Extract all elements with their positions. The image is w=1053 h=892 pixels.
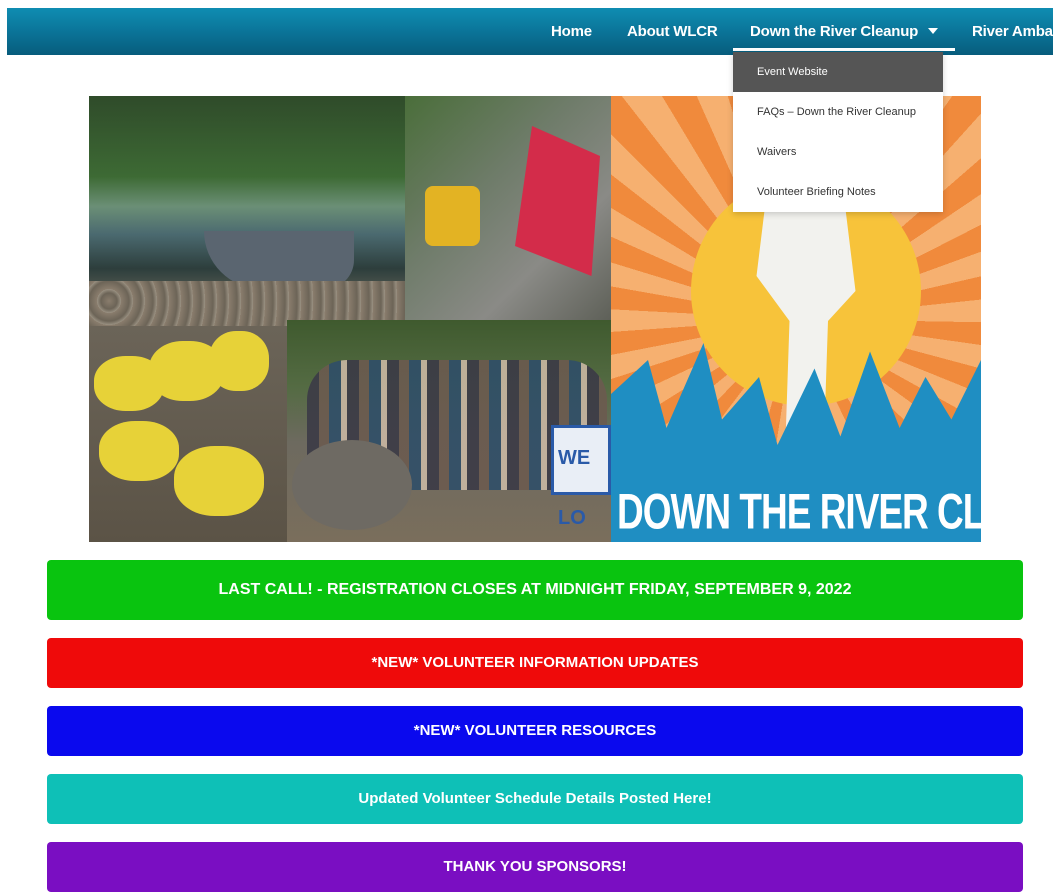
registration-button[interactable]: LAST CALL! - REGISTRATION CLOSES AT MIDN… — [47, 560, 1023, 620]
banner-text: WE LO — [558, 447, 591, 529]
nav-about-wlcr[interactable]: About WLCR — [627, 8, 718, 55]
dropdown-item-briefing-notes[interactable]: Volunteer Briefing Notes — [733, 172, 943, 212]
photo-river-boat — [89, 96, 405, 326]
nav-cleanup-label: Down the River Cleanup — [750, 23, 919, 40]
photo-kayaker-flag — [405, 96, 611, 320]
trash-bag — [174, 446, 264, 516]
dropdown-item-waivers[interactable]: Waivers — [733, 132, 943, 172]
dropdown-item-faqs[interactable]: FAQs – Down the River Cleanup — [733, 92, 943, 132]
trash-bag — [99, 421, 179, 481]
volunteer-resources-button[interactable]: *NEW* VOLUNTEER RESOURCES — [47, 706, 1023, 756]
chevron-down-icon — [928, 28, 939, 34]
photo-volunteer-group: WE LO — [287, 320, 611, 542]
dropdown-item-event-website[interactable]: Event Website — [733, 52, 943, 92]
volunteer-schedule-button[interactable]: Updated Volunteer Schedule Details Poste… — [47, 774, 1023, 824]
red-flag — [515, 126, 600, 276]
thank-you-sponsors-button[interactable]: THANK YOU SPONSORS! — [47, 842, 1023, 892]
group-banner: WE LO — [551, 425, 611, 529]
nav-home[interactable]: Home — [551, 8, 592, 55]
boulder — [292, 440, 412, 530]
active-nav-underline — [733, 48, 955, 51]
photo-trash-bags — [89, 326, 287, 542]
cleanup-dropdown-menu: Event Website FAQs – Down the River Clea… — [733, 52, 943, 212]
poster-title: DOWN THE RIVER CLEAN UP — [617, 484, 981, 540]
trash-bag — [209, 331, 269, 391]
nav-river-ambassador[interactable]: River Ambas — [972, 8, 1053, 55]
volunteer-info-updates-button[interactable]: *NEW* VOLUNTEER INFORMATION UPDATES — [47, 638, 1023, 688]
life-vest — [425, 186, 480, 246]
